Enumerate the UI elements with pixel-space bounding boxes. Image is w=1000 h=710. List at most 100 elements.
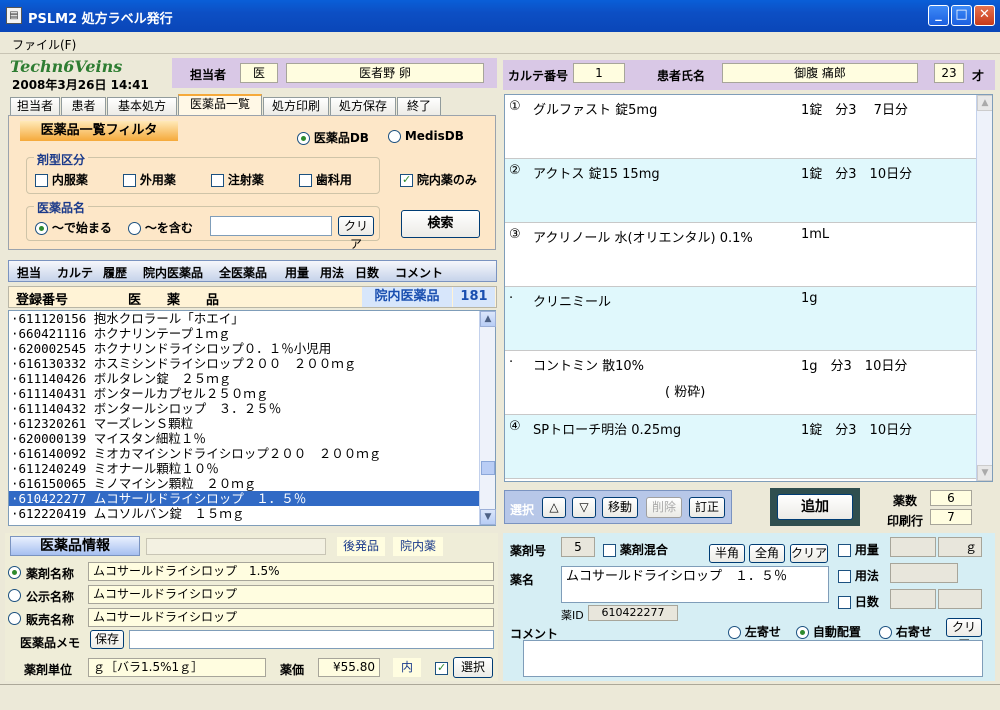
toolbar-usage[interactable]: 用法 — [320, 264, 344, 281]
patient-name-field[interactable]: 御腹 痛郎 — [722, 63, 918, 83]
radio-icon[interactable] — [8, 589, 21, 602]
list-item[interactable]: ·611120156 抱水クロラール「ホエイ」 — [9, 311, 495, 326]
move-down-button[interactable]: ▽ — [572, 497, 596, 518]
list-item[interactable]: ·611140426 ボルタレン錠 ２５ｍｇ — [9, 371, 495, 386]
scroll-thumb[interactable] — [481, 461, 495, 475]
dose-checkbox[interactable]: 用量 — [838, 541, 879, 558]
list-item[interactable]: ·620000139 マイスタン細粒１％ — [9, 431, 495, 446]
radio-icon[interactable] — [8, 566, 21, 579]
chart-number-field[interactable]: 1 — [573, 63, 625, 83]
align-right[interactable]: 右寄せ — [879, 623, 932, 640]
name-option-drug[interactable] — [8, 565, 21, 579]
checkbox-icon[interactable] — [838, 570, 851, 583]
generic-button[interactable]: 後発品 — [337, 537, 385, 556]
radio-icon[interactable] — [35, 222, 48, 235]
checkbox-icon[interactable] — [211, 174, 224, 187]
list-item[interactable]: ·611140432 ボンタールシロップ ３．２５％ — [9, 401, 495, 416]
db-radio-medicine[interactable]: 医薬品DB — [297, 129, 369, 146]
staff-role-field[interactable]: 医 — [240, 63, 278, 83]
memo-input[interactable] — [129, 630, 494, 649]
radio-icon[interactable] — [388, 130, 401, 143]
patient-age-field[interactable]: 23 — [934, 63, 964, 83]
drug-name-field[interactable]: ムコサールドライシロップ 1.5% — [88, 562, 494, 581]
toolbar-inhouse[interactable]: 院内医薬品 — [143, 264, 203, 281]
db-radio-medis[interactable]: MedisDB — [388, 129, 464, 143]
toolbar-days[interactable]: 日数 — [355, 264, 379, 281]
list-item[interactable]: ·660421116 ホクナリンテープ１ｍｇ — [9, 326, 495, 341]
toolbar-all[interactable]: 全医薬品 — [219, 264, 267, 281]
tab-drug-list[interactable]: 医薬品一覧 — [178, 94, 262, 116]
select-checkbox[interactable] — [435, 661, 448, 675]
close-button[interactable]: ✕ — [974, 5, 995, 26]
dose-field[interactable] — [890, 537, 936, 557]
delete-button[interactable]: 削除 — [646, 497, 682, 518]
scroll-down-icon[interactable]: ▼ — [480, 509, 496, 525]
search-button[interactable]: 検索 — [401, 210, 480, 238]
days-unit-field[interactable] — [938, 589, 982, 609]
filter-clear-button[interactable]: クリア — [338, 216, 374, 251]
comment-clear-button[interactable]: クリア — [946, 618, 982, 651]
tab-exit[interactable]: 終了 — [397, 97, 441, 115]
toolbar-staff[interactable]: 担当 — [17, 264, 41, 281]
sales-name-field[interactable]: ムコサールドライシロップ — [88, 608, 494, 627]
tab-patient[interactable]: 患者 — [61, 97, 106, 115]
list-item[interactable]: ·611140431 ボンタールカプセル２５０ｍｇ — [9, 386, 495, 401]
checkbox-icon[interactable] — [123, 174, 136, 187]
radio-icon[interactable] — [128, 222, 141, 235]
rx-scrollbar[interactable]: ▲ ▼ — [976, 95, 992, 481]
radio-icon[interactable] — [297, 132, 310, 145]
editor-name-field[interactable]: ムコサールドライシロップ １．５％ — [561, 566, 829, 603]
toolbar-chart[interactable]: カルテ — [57, 264, 93, 281]
list-item[interactable]: ·612220419 ムコソルバン錠 １５ｍｇ — [9, 506, 495, 521]
prescription-row[interactable]: ② アクトス 錠15 15mg 1錠 分3 10日分 — [505, 159, 976, 223]
checkbox-icon[interactable] — [35, 174, 48, 187]
official-name-field[interactable]: ムコサールドライシロップ — [88, 585, 494, 604]
scroll-down-icon[interactable]: ▼ — [977, 465, 992, 481]
radio-icon[interactable] — [728, 626, 741, 639]
unit-field[interactable]: ｇ［バラ1.5%1ｇ］ — [88, 658, 266, 677]
list-item[interactable]: ·616130332 ホスミシンドライシロップ２００ ２００ｍｇ — [9, 356, 495, 371]
form-external[interactable]: 外用薬 — [123, 171, 176, 188]
maximize-button[interactable]: □ — [951, 5, 972, 26]
radio-icon[interactable] — [879, 626, 892, 639]
mix-checkbox[interactable]: 薬剤混合 — [603, 541, 668, 558]
tab-staff[interactable]: 担当者 — [10, 97, 60, 115]
editor-clear-button[interactable]: クリア — [790, 544, 828, 563]
hospital-only-checkbox[interactable]: 院内薬のみ — [400, 171, 477, 188]
list-item[interactable]: ·611240249 ミオナール顆粒１０％ — [9, 461, 495, 476]
usage-field[interactable] — [890, 563, 958, 583]
checkbox-icon[interactable] — [299, 174, 312, 187]
inhouse-button[interactable]: 院内薬 — [393, 537, 443, 556]
drug-name-input[interactable] — [210, 216, 332, 236]
checkbox-icon[interactable] — [603, 544, 616, 557]
name-option-sales[interactable] — [8, 611, 21, 625]
add-button[interactable]: 追加 — [777, 494, 853, 520]
staff-name-field[interactable]: 医者野 卵 — [286, 63, 484, 83]
prescription-row[interactable]: · コントミン 散10% 1g 分3 10日分 ( 粉砕) — [505, 351, 976, 415]
tab-save[interactable]: 処方保存 — [330, 97, 396, 115]
tab-basic-rx[interactable]: 基本処方 — [107, 97, 177, 115]
name-option-official[interactable] — [8, 588, 21, 602]
toolbar-comment[interactable]: コメント — [395, 264, 443, 281]
prescription-row[interactable]: ④ SPトローチ明治 0.25mg 1錠 分3 10日分 — [505, 415, 976, 479]
prescription-list[interactable]: ① グルファスト 錠5mg 1錠 分3 7日分 ② アクトス 錠15 15mg 1錠 分3… — [504, 94, 993, 482]
usage-checkbox[interactable]: 用法 — [838, 567, 879, 584]
radio-icon[interactable] — [8, 612, 21, 625]
move-up-button[interactable]: △ — [542, 497, 566, 518]
scroll-up-icon[interactable]: ▲ — [977, 95, 992, 111]
tab-print[interactable]: 処方印刷 — [263, 97, 329, 115]
form-oral[interactable]: 内服薬 — [35, 171, 88, 188]
match-contains[interactable]: ～を含む — [128, 219, 193, 236]
move-button[interactable]: 移動 — [602, 497, 638, 518]
dose-unit-field[interactable]: ｇ — [938, 537, 982, 557]
drug-list[interactable]: ·611120156 抱水クロラール「ホエイ」 ·660421116 ホクナリンテ… — [8, 310, 496, 526]
prescription-row[interactable]: ③ アクリノール 水(オリエンタル) 0.1% 1mL — [505, 223, 976, 287]
checkbox-icon[interactable] — [838, 544, 851, 557]
comment-input[interactable] — [523, 640, 983, 677]
days-checkbox[interactable]: 日数 — [838, 593, 879, 610]
revise-button[interactable]: 訂正 — [689, 497, 725, 518]
memo-save-button[interactable]: 保存 — [90, 630, 124, 649]
toolbar-dose[interactable]: 用量 — [285, 264, 309, 281]
drug-select-button[interactable]: 選択 — [453, 657, 493, 678]
checkbox-icon[interactable] — [435, 662, 448, 675]
